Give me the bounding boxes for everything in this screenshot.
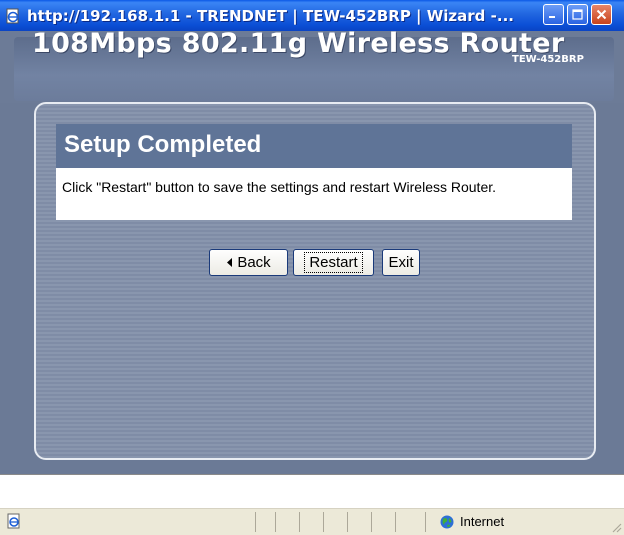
status-segment xyxy=(347,512,371,532)
close-button[interactable] xyxy=(591,4,612,25)
maximize-icon xyxy=(572,9,583,20)
status-bar: Internet xyxy=(0,508,624,535)
globe-icon xyxy=(440,515,454,528)
status-segment xyxy=(395,512,425,532)
browser-blank-area xyxy=(0,474,624,508)
product-title: 108Mbps 802.11g Wireless Router xyxy=(32,28,565,59)
status-segment xyxy=(371,512,395,532)
page-status-icon xyxy=(6,513,22,529)
status-segment xyxy=(255,512,275,532)
window-title: http://192.168.1.1 - TRENDNET | TEW-452B… xyxy=(27,6,514,25)
window-title-bar[interactable]: http://192.168.1.1 - TRENDNET | TEW-452B… xyxy=(0,0,624,31)
minimize-button[interactable] xyxy=(543,4,564,25)
minimize-icon xyxy=(549,16,555,18)
close-icon xyxy=(596,9,607,20)
back-arrow-icon xyxy=(227,258,233,267)
model-label: TEW-452BRP xyxy=(512,54,584,65)
exit-button-label: Exit xyxy=(388,254,414,271)
back-button[interactable]: Back xyxy=(209,249,288,276)
status-segment xyxy=(275,512,299,532)
wizard-message: Click "Restart" button to save the setti… xyxy=(56,168,572,220)
security-zone[interactable]: Internet xyxy=(440,514,504,529)
zone-label: Internet xyxy=(460,514,505,529)
restart-button[interactable]: Restart xyxy=(293,249,374,276)
restart-button-label: Restart xyxy=(304,252,363,273)
status-segment xyxy=(299,512,323,532)
status-segment xyxy=(323,512,347,532)
page-title: Setup Completed xyxy=(56,124,572,168)
back-button-label: Back xyxy=(237,254,271,271)
resize-grip-icon[interactable] xyxy=(610,521,622,533)
exit-button[interactable]: Exit xyxy=(382,249,420,276)
ie-page-icon xyxy=(5,8,21,24)
maximize-button[interactable] xyxy=(567,4,588,25)
